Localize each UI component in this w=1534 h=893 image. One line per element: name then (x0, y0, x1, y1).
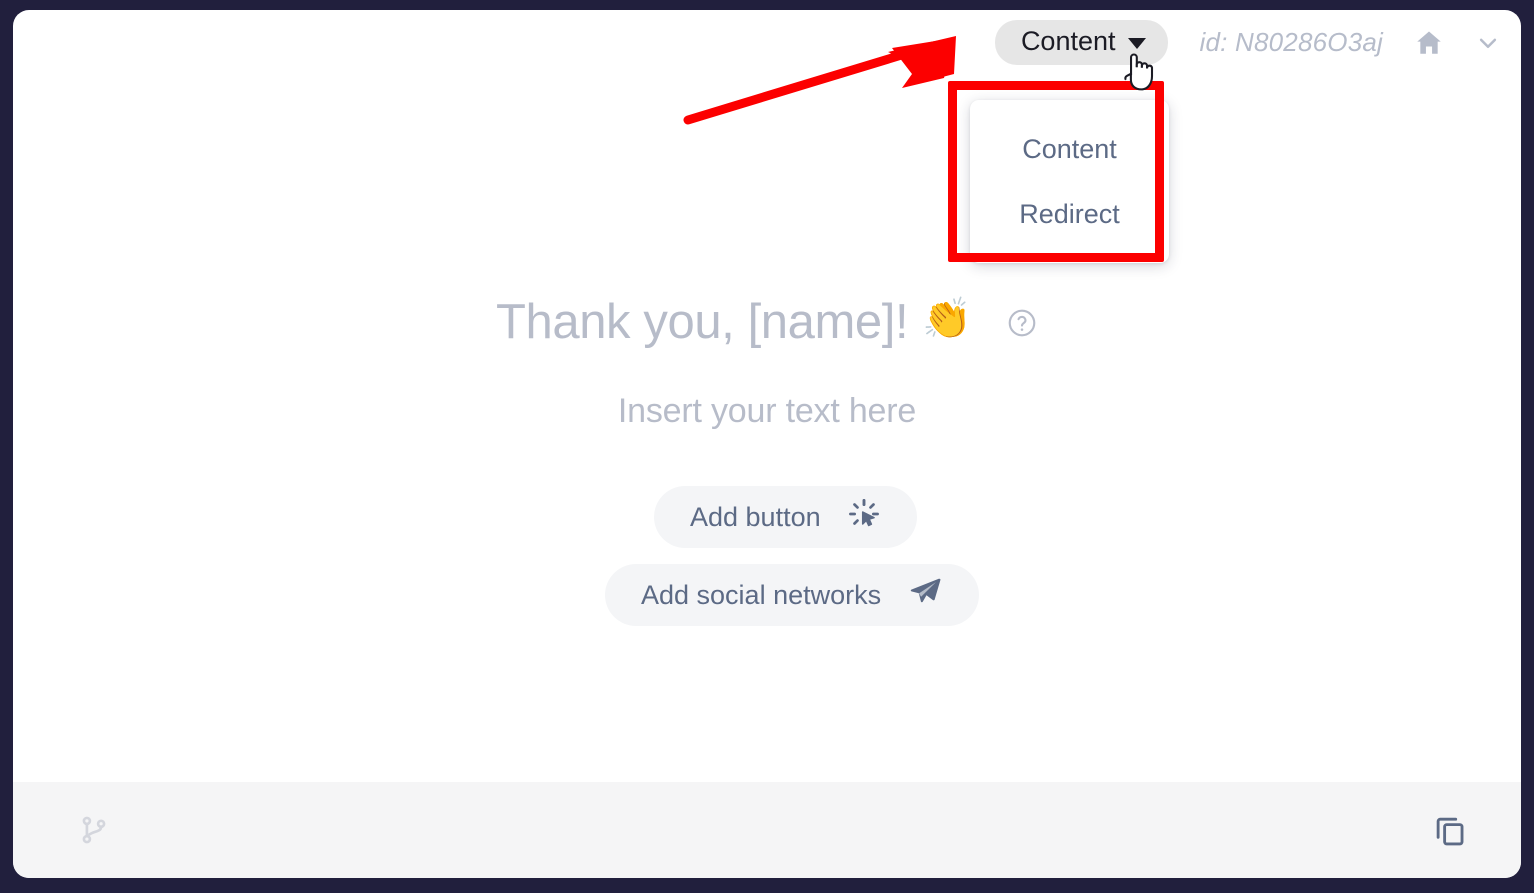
git-branch-icon[interactable] (77, 813, 111, 847)
send-plane-icon (907, 574, 943, 617)
copy-duplicate-icon[interactable] (1431, 811, 1469, 849)
headline-row: Thank you, [name]! 👏 (13, 295, 1521, 350)
page-type-select-button[interactable]: Content (994, 20, 1168, 65)
caret-down-icon (1127, 37, 1146, 49)
clap-emoji: 👏 (922, 296, 973, 341)
dropdown-item-content[interactable]: Content (970, 117, 1169, 182)
page-id-label: id: N80286O3aj (1199, 27, 1383, 57)
top-toolbar: Content id: N80286O3aj (994, 20, 1503, 65)
add-social-networks-label: Add social networks (641, 579, 882, 610)
add-social-networks-button[interactable]: Add social networks (605, 564, 980, 626)
cursor-click-icon (847, 497, 881, 538)
home-icon[interactable] (1413, 27, 1445, 59)
app-window: Thank you, [name]! 👏 Insert your text he… (0, 0, 1534, 893)
add-button-label: Add button (690, 501, 821, 532)
help-circle-icon[interactable] (1006, 307, 1038, 339)
page-card: Thank you, [name]! 👏 Insert your text he… (13, 10, 1521, 878)
page-headline[interactable]: Thank you, [name]! (496, 295, 909, 350)
page-type-select-label: Content (1020, 26, 1116, 56)
page-body: Thank you, [name]! 👏 Insert your text he… (13, 10, 1521, 772)
page-subline[interactable]: Insert your text here (13, 392, 1521, 431)
chevron-down-icon[interactable] (1473, 28, 1503, 58)
page-card-clip: Thank you, [name]! 👏 Insert your text he… (13, 10, 1521, 878)
add-button-button[interactable]: Add button (654, 486, 917, 548)
dropdown-item-redirect[interactable]: Redirect (970, 182, 1169, 247)
page-type-dropdown-menu: Content Redirect (970, 100, 1169, 263)
footer-bar (13, 782, 1521, 878)
